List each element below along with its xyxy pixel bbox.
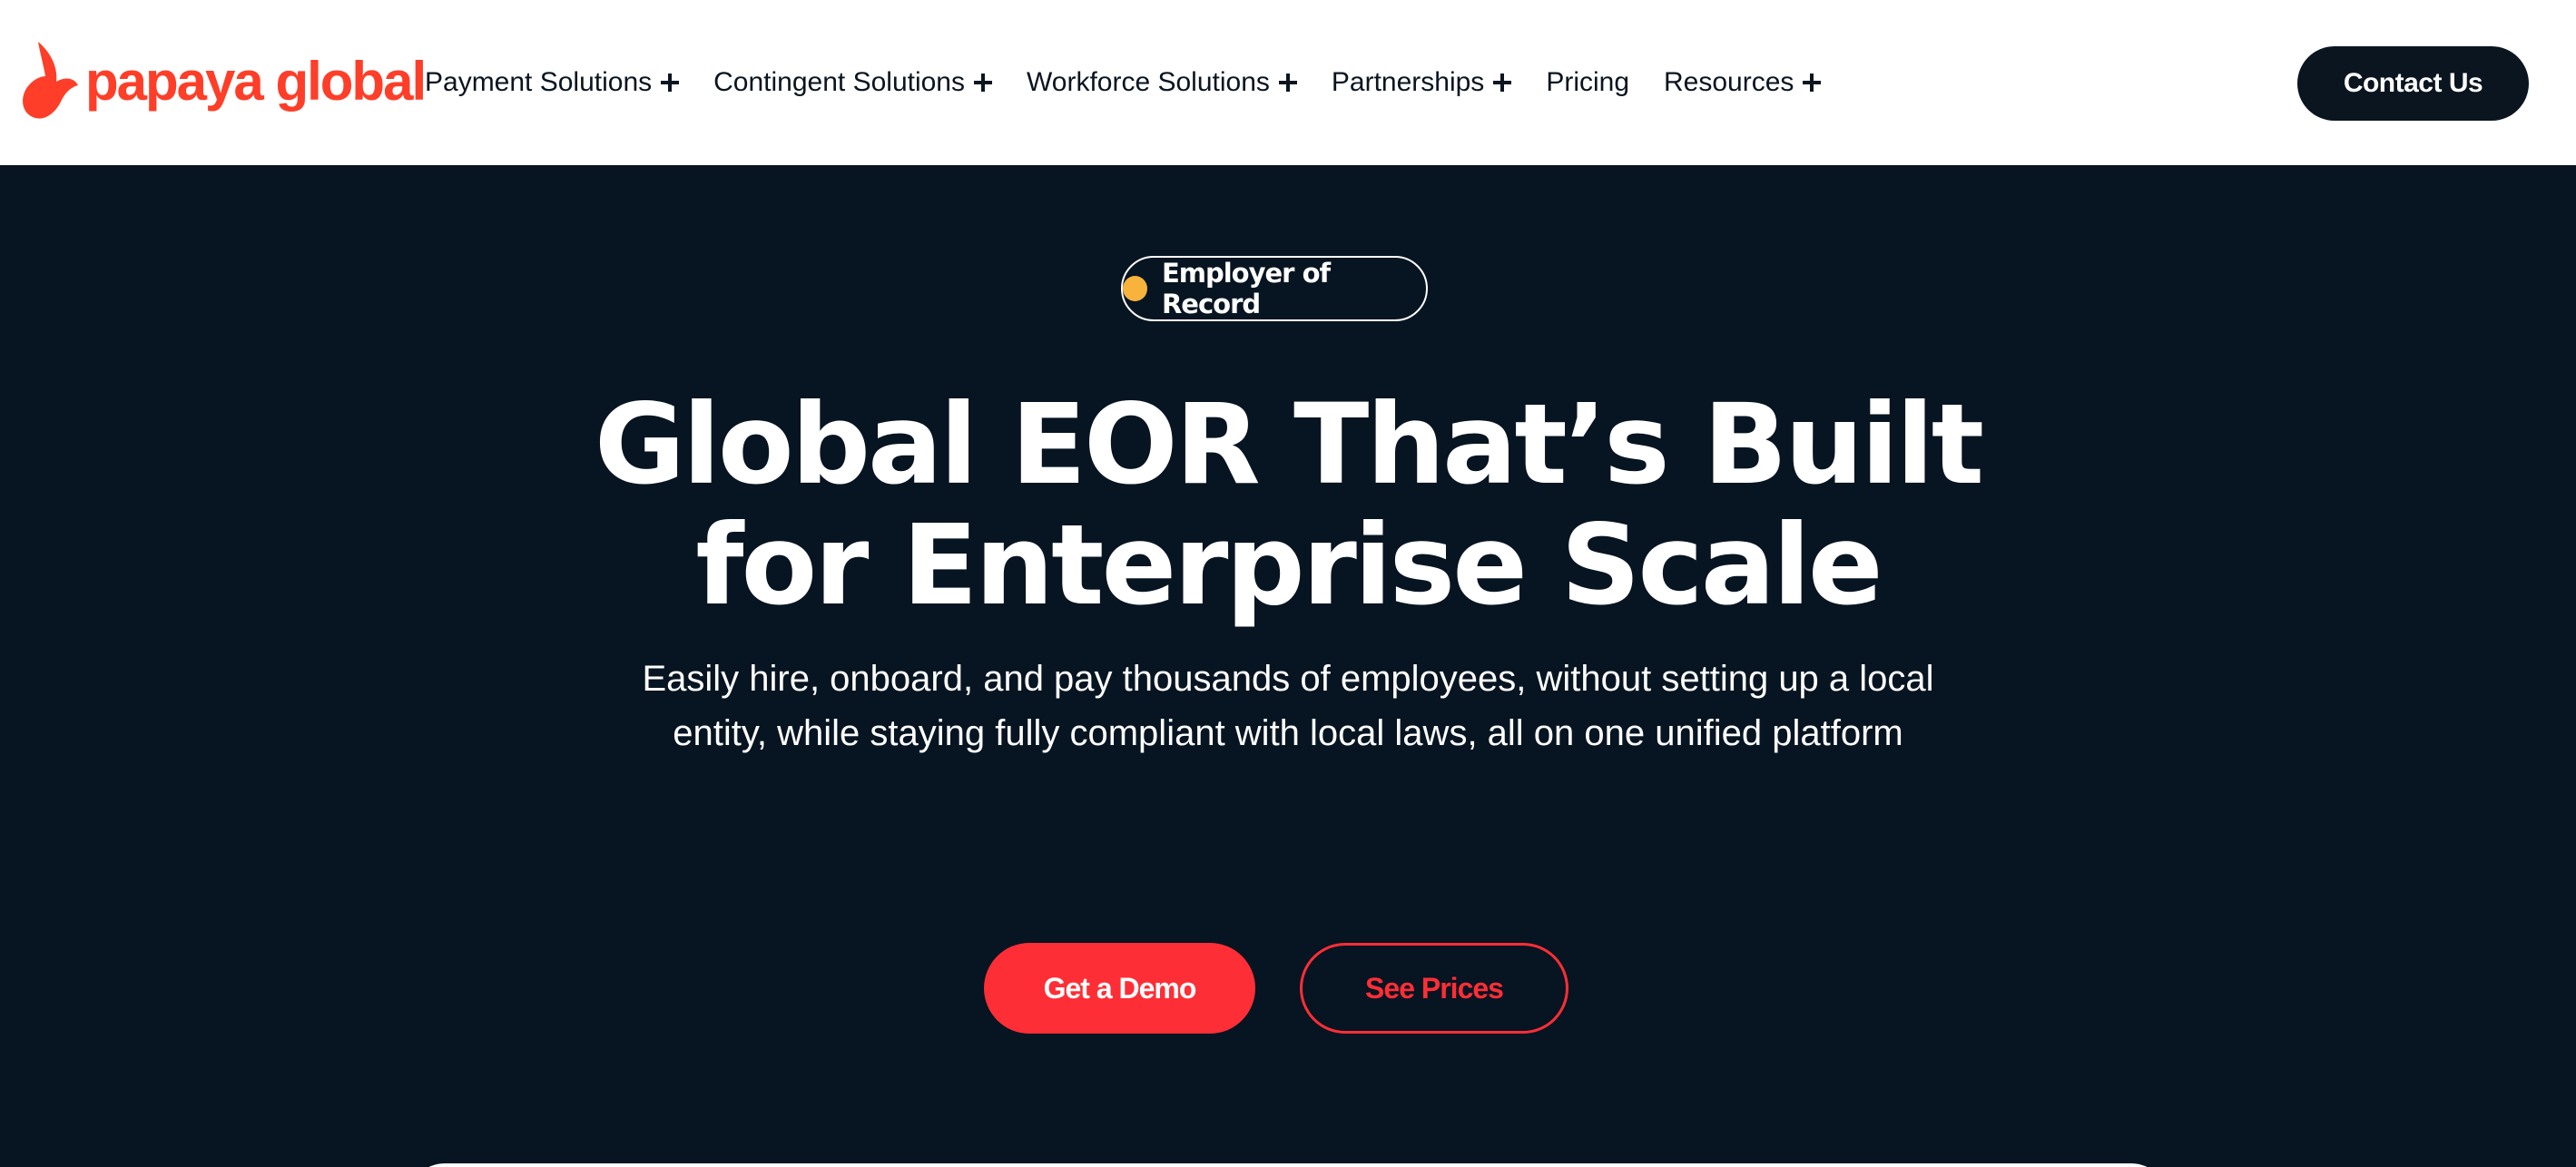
badge-dot-icon: [1123, 276, 1147, 301]
see-prices-button[interactable]: See Prices: [1300, 943, 1568, 1034]
badge-label: Employer of Record: [1161, 258, 1331, 319]
main-menu: Payment Solutions Contingent Solutions W…: [425, 0, 1855, 165]
nav-item-label: Contingent Solutions: [713, 67, 965, 97]
nav-item-partnerships[interactable]: Partnerships: [1331, 67, 1512, 98]
brand-name: papaya global: [85, 51, 427, 112]
content-card-top-edge: [408, 1163, 2168, 1167]
hero-headline: Global EOR That’s Built for Enterprise S…: [562, 385, 2014, 626]
nav-item-label: Resources: [1664, 67, 1794, 97]
headline-line-1: Global EOR That’s Built: [594, 380, 1984, 509]
hero-subtitle: Easily hire, onboard, and pay thousands …: [642, 659, 1934, 753]
top-navigation: papaya global Payment Solutions Continge…: [0, 0, 2576, 165]
nav-item-contingent-solutions[interactable]: Contingent Solutions: [713, 67, 992, 98]
plus-icon: [1493, 74, 1512, 92]
get-a-demo-button[interactable]: Get a Demo: [984, 943, 1255, 1034]
hero-section: Employer of Record Global EOR That’s Bui…: [0, 165, 2576, 1167]
category-badge: Employer of Record: [1121, 256, 1428, 321]
nav-item-resources[interactable]: Resources: [1664, 67, 1822, 98]
plus-icon: [1803, 74, 1822, 92]
headline-line-2: for Enterprise Scale: [695, 501, 1883, 630]
contact-us-button[interactable]: Contact Us: [2297, 46, 2529, 121]
nav-item-label: Payment Solutions: [425, 67, 653, 97]
nav-item-label: Pricing: [1546, 67, 1630, 97]
plus-icon: [661, 74, 680, 92]
nav-item-pricing[interactable]: Pricing: [1546, 67, 1629, 98]
plus-icon: [974, 74, 992, 92]
nav-item-payment-solutions[interactable]: Payment Solutions: [425, 67, 680, 98]
nav-item-label: Workforce Solutions: [1027, 67, 1270, 97]
papaya-global-logo[interactable]: papaya global: [20, 40, 427, 123]
nav-item-workforce-solutions[interactable]: Workforce Solutions: [1027, 67, 1297, 98]
papaya-logo-icon: [23, 42, 78, 119]
nav-item-label: Partnerships: [1331, 67, 1485, 97]
plus-icon: [1278, 74, 1297, 92]
